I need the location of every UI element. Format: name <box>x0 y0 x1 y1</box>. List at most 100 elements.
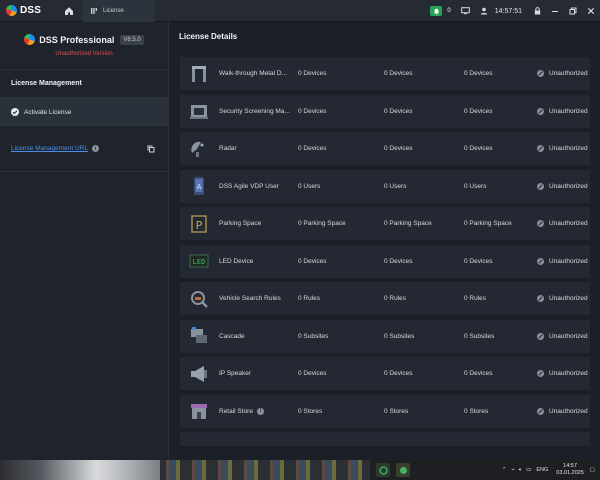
system-clock[interactable]: 14:57 03.01.2025 <box>556 463 584 477</box>
taskbar-apps-blurred <box>0 460 160 480</box>
row-available: 0 Stores <box>464 407 489 415</box>
unauthorized-icon <box>537 332 544 340</box>
status-badge: Unauthorized <box>537 332 588 340</box>
network-icon[interactable]: ⌁ <box>512 467 515 473</box>
row-available: 0 Devices <box>464 70 493 77</box>
info-icon[interactable]: i <box>256 407 264 415</box>
copy-icon[interactable] <box>147 145 155 153</box>
notification-center-icon[interactable]: ▢ <box>590 467 595 473</box>
status-badge: Unauthorized <box>537 257 588 265</box>
system-date: 03.01.2025 <box>556 470 584 476</box>
volume-icon[interactable]: 🔈︎ <box>519 467 522 474</box>
chevron-up-icon[interactable]: ⌃ <box>502 467 507 473</box>
close-button[interactable] <box>582 0 600 22</box>
sidebar-item-activate-license[interactable]: Activate License <box>0 98 168 126</box>
status-label: Unauthorized <box>549 220 588 227</box>
dss-taskbar-app-icon[interactable] <box>376 463 390 477</box>
license-row: Retail Store i 0 Stores 0 Stores 0 Stores… <box>180 394 590 428</box>
row-available: 0 Parking Space <box>464 220 512 227</box>
row-used: 0 Users <box>384 182 407 190</box>
restore-icon <box>569 7 577 15</box>
status-badge: Unauthorized <box>537 220 588 227</box>
unauthorized-icon <box>537 70 544 77</box>
notification-count: 0 <box>447 8 451 14</box>
license-row: Security Screening Ma... 0 Devices 0 Dev… <box>180 94 590 128</box>
page-title: License Details <box>179 31 238 41</box>
home-button[interactable] <box>56 0 82 22</box>
minimize-icon <box>552 11 558 12</box>
battery-icon[interactable]: ▭ <box>526 467 531 473</box>
minimize-button[interactable] <box>546 0 564 22</box>
svg-text:LED: LED <box>193 258 206 266</box>
app-logo[interactable]: DSS <box>0 0 56 22</box>
row-total: 0 Parking Space <box>298 220 346 227</box>
monitor-button[interactable] <box>457 0 475 22</box>
svg-text:A: A <box>197 183 202 191</box>
row-total: 0 Stores <box>298 407 323 415</box>
version-badge: V8.5.0 <box>120 34 144 45</box>
logo-text: DSS <box>20 5 42 16</box>
parking-icon: P <box>188 213 210 235</box>
product-brand: DSS Professional V8.5.0 Unauthorized Ver… <box>0 22 168 70</box>
row-available: 0 Rules <box>464 295 487 302</box>
info-icon[interactable]: i <box>91 145 99 152</box>
row-available: 0 Devices <box>464 257 493 265</box>
row-name: IP Speaker <box>219 370 252 377</box>
dss-client-taskbar-icon[interactable] <box>396 463 410 477</box>
license-row: Radar 0 Devices 0 Devices 0 Devices Unau… <box>180 132 590 165</box>
row-total: 0 Devices <box>298 107 327 115</box>
unauthorized-icon <box>537 182 544 190</box>
notification-button[interactable]: 0 <box>430 6 451 16</box>
license-tab-icon <box>90 7 98 15</box>
top-clock: 14:57:51 <box>494 7 522 15</box>
vehicle-search-icon <box>188 288 210 310</box>
monitor-icon <box>461 7 471 15</box>
unauthorized-icon <box>537 257 544 265</box>
status-label: Unauthorized <box>549 295 588 302</box>
restore-button[interactable] <box>564 0 582 22</box>
row-name: LED Device <box>219 257 254 265</box>
unauthorized-icon <box>537 220 544 227</box>
status-label: Unauthorized <box>549 145 588 152</box>
os-taskbar: ⌃ ⌁ 🔈︎ ▭ ENG 14:57 03.01.2025 ▢ <box>0 460 600 480</box>
row-total: 0 Rules <box>298 295 321 302</box>
speaker-icon <box>188 363 210 385</box>
row-total: 0 Devices <box>298 370 327 377</box>
license-row: A DSS Agile VDP User 0 Users 0 Users 0 U… <box>180 169 590 203</box>
row-used: 0 Subsites <box>384 332 415 340</box>
row-used: 0 Stores <box>384 407 409 415</box>
row-name: Walk-through Metal D... <box>219 70 288 77</box>
metal-detector-icon <box>188 63 210 85</box>
led-icon: LED <box>188 250 210 272</box>
license-url-link[interactable]: License Management URL <box>11 145 88 152</box>
row-name: Security Screening Ma... <box>219 107 290 115</box>
home-icon <box>65 6 73 15</box>
license-list[interactable]: Walk-through Metal D... 0 Devices 0 Devi… <box>180 57 590 451</box>
section-title: License Management <box>0 70 168 98</box>
language-indicator[interactable]: ENG <box>536 467 548 473</box>
status-badge: Unauthorized <box>537 70 588 77</box>
taskbar-pinned-apps[interactable] <box>160 460 370 480</box>
row-name: Vehicle Search Rules <box>219 295 281 302</box>
license-row <box>180 432 590 446</box>
license-row: Vehicle Search Rules 0 Rules 0 Rules 0 R… <box>180 282 590 315</box>
row-used: 0 Devices <box>384 370 413 377</box>
status-badge: Unauthorized <box>537 107 588 115</box>
lock-icon <box>534 7 540 15</box>
row-available: 0 Devices <box>464 145 493 152</box>
radar-icon <box>188 138 210 160</box>
status-label: Unauthorized <box>549 407 588 415</box>
partial-row-icon <box>188 432 210 446</box>
mobile-app-icon: A <box>188 175 210 197</box>
status-label: Unauthorized <box>549 107 588 115</box>
row-total: 0 Users <box>298 182 321 190</box>
row-name: Cascade <box>219 332 245 340</box>
tab-label: License <box>103 7 124 14</box>
row-available: 0 Devices <box>464 370 493 377</box>
main-panel: License Details Walk-through Metal D... … <box>170 22 600 460</box>
lock-button[interactable] <box>528 0 546 22</box>
tab-license[interactable]: License <box>82 0 154 22</box>
license-url-row: License Management URL i <box>0 126 168 172</box>
row-total: 0 Subsites <box>298 332 329 340</box>
user-button[interactable] <box>475 0 493 22</box>
